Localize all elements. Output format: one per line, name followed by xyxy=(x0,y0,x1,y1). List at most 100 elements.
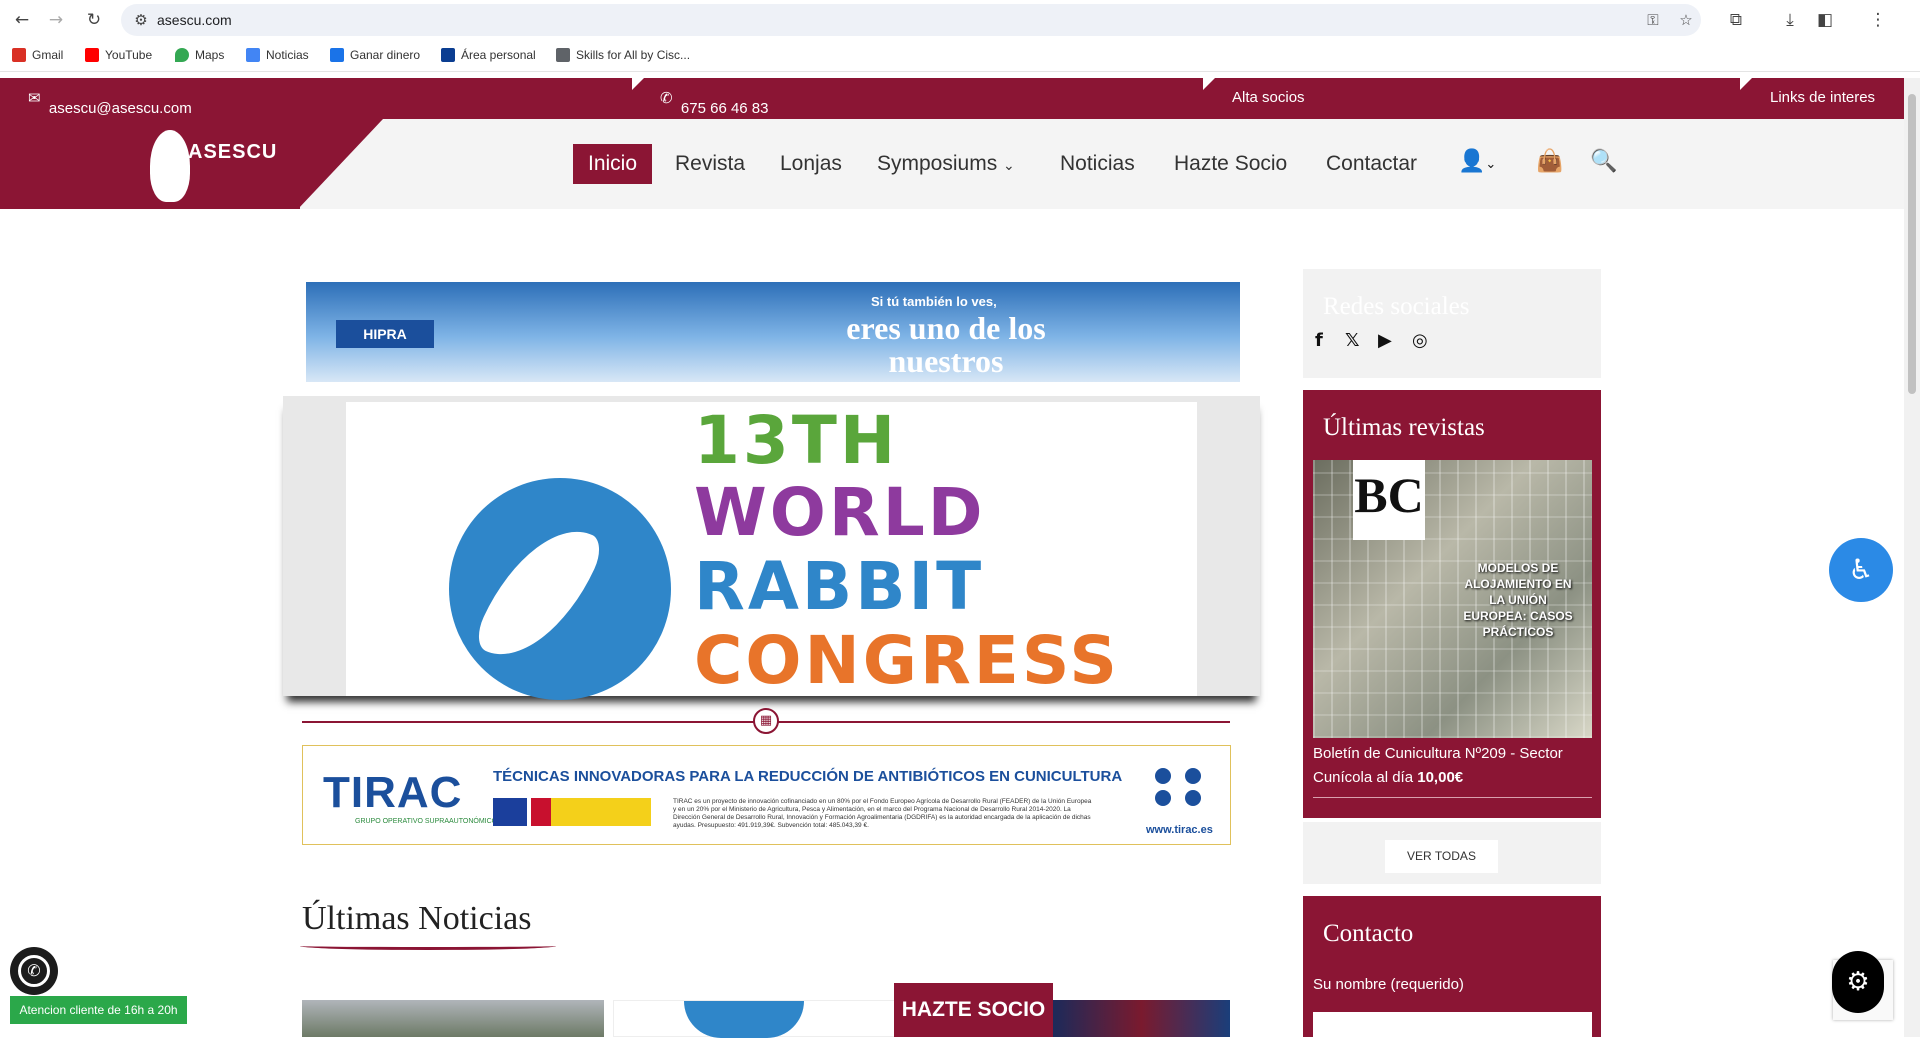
youtube-icon[interactable] xyxy=(1185,790,1201,806)
hipra-banner[interactable]: HIPRA Si tú también lo ves, eres uno de … xyxy=(306,282,1240,382)
news-section-title: Últimas Noticias xyxy=(302,900,532,937)
contacto-title: Contacto xyxy=(1323,920,1414,947)
nav-inicio[interactable]: Inicio xyxy=(573,144,653,184)
phone-link[interactable]: ✆ 675 66 46 83 xyxy=(660,89,769,117)
nav-hazte-socio[interactable]: Hazte Socio xyxy=(1174,144,1287,184)
hipra-tagline: eres uno de los nuestros xyxy=(846,310,1046,379)
congress-line-3: RABBIT xyxy=(694,548,985,625)
hazte-socio-button[interactable]: HAZTE SOCIO xyxy=(894,983,1053,1037)
extensions-icon[interactable]: ⧉ xyxy=(1724,8,1748,32)
sidepanel-icon[interactable]: ◧ xyxy=(1813,8,1837,32)
social-widget-title: Redes sociales xyxy=(1323,293,1470,320)
address-bar[interactable]: ⚙ asescu.com ⚿ ☆ xyxy=(121,4,1701,36)
revista-cover[interactable]: BC MODELOS DE ALOJAMIENTO EN LA UNIÓN EU… xyxy=(1313,460,1592,738)
bookmark-area-personal[interactable]: Área personal xyxy=(441,48,536,62)
star-icon[interactable]: ☆ xyxy=(1676,10,1696,30)
search-icon[interactable]: 🔍 xyxy=(1590,149,1617,174)
ver-todas-button[interactable]: VER TODAS xyxy=(1385,840,1498,873)
reload-icon[interactable]: ↻ xyxy=(82,8,106,32)
accessibility-icon[interactable]: ♿ xyxy=(1829,538,1893,602)
nav-noticias[interactable]: Noticias xyxy=(1060,144,1135,184)
topbar-notch xyxy=(1203,78,1215,90)
congress-line-4: CONGRESS xyxy=(694,622,1120,699)
spain-logo-icon xyxy=(531,798,651,826)
eu-flag-icon xyxy=(493,798,527,826)
back-icon[interactable]: ← xyxy=(10,8,34,32)
bookmark-youtube[interactable]: YouTube xyxy=(85,48,152,62)
whatsapp-label[interactable]: Atencion cliente de 16h a 20h xyxy=(10,996,187,1024)
alta-socios-link[interactable]: Alta socios xyxy=(1232,89,1305,106)
user-icon[interactable]: 👤⌄ xyxy=(1458,149,1496,174)
topbar-notch xyxy=(632,78,644,90)
congress-line-2: WORLD xyxy=(694,474,986,551)
whatsapp-button[interactable]: ✆ xyxy=(10,947,58,995)
revista-caption[interactable]: Boletín de Cunicultura Nº209 - Sector Cu… xyxy=(1313,742,1592,790)
rabbit-logo-icon xyxy=(449,478,671,700)
menu-icon[interactable]: ⋮ xyxy=(1866,8,1890,32)
linkedin-icon[interactable] xyxy=(1155,768,1171,784)
tirac-subtitle: GRUPO OPERATIVO SUPRAAUTONÓMICO xyxy=(355,818,498,825)
title-underline xyxy=(300,942,556,950)
funding-logos xyxy=(493,798,658,832)
scroll-thumb[interactable] xyxy=(1908,94,1916,394)
news-thumbnail[interactable] xyxy=(1053,1000,1230,1037)
twitter-icon[interactable]: 𝕏 xyxy=(1345,330,1360,351)
nav-revista[interactable]: Revista xyxy=(675,144,745,184)
email-link[interactable]: ✉ asescu@asescu.com xyxy=(28,89,192,117)
whatsapp-icon: ✆ xyxy=(18,955,50,987)
tirac-title: TÉCNICAS INNOVADORAS PARA LA REDUCCIÓN D… xyxy=(493,768,1123,785)
scrollbar[interactable] xyxy=(1904,78,1920,1037)
nombre-input[interactable] xyxy=(1313,1012,1592,1037)
facebook-icon[interactable] xyxy=(1185,768,1201,784)
browser-toolbar: ← → ↻ ⚙ asescu.com ⚿ ☆ ⧉ ⤓ ◧ ⋮ xyxy=(0,0,1920,40)
nav-contactar[interactable]: Contactar xyxy=(1326,144,1417,184)
links-interes-link[interactable]: Links de interes xyxy=(1770,89,1875,106)
nav-lonjas[interactable]: Lonjas xyxy=(780,144,842,184)
bookmark-skills[interactable]: Skills for All by Cisc... xyxy=(556,48,690,62)
hipra-logo: HIPRA xyxy=(336,320,434,348)
bookmark-ganar-dinero[interactable]: Ganar dinero xyxy=(330,48,420,62)
facebook-icon[interactable]: f xyxy=(1315,330,1323,351)
chevron-down-icon: ⌄ xyxy=(1003,157,1015,173)
logo-text: ASESCU xyxy=(188,141,278,163)
bookmark-noticias[interactable]: Noticias xyxy=(246,48,309,62)
youtube-icon xyxy=(85,48,99,62)
congress-slide: 13TH WORLD RABBIT CONGRESS xyxy=(346,402,1197,700)
hero-slider[interactable]: 13TH WORLD RABBIT CONGRESS xyxy=(283,396,1260,700)
topbar-notch xyxy=(1740,78,1752,90)
site-info-icon[interactable]: ⚙ xyxy=(131,10,151,30)
youtube-icon[interactable]: ▶ xyxy=(1378,330,1392,351)
maps-icon xyxy=(175,48,189,62)
instagram-icon[interactable]: ◎ xyxy=(1412,330,1428,351)
rabbit-ear xyxy=(471,508,607,678)
cisco-icon xyxy=(556,48,570,62)
news-thumbnail[interactable] xyxy=(302,1000,604,1037)
revista-price: 10,00€ xyxy=(1417,769,1464,786)
site-logo[interactable]: ASESCU xyxy=(130,124,276,206)
tirac-banner[interactable]: TIRAC GRUPO OPERATIVO SUPRAAUTONÓMICO TÉ… xyxy=(302,745,1231,845)
gmail-icon xyxy=(12,48,26,62)
cover-headline: MODELOS DE ALOJAMIENTO EN LA UNIÓN EUROP… xyxy=(1463,561,1573,639)
news-thumbnail[interactable] xyxy=(613,1000,913,1038)
ganar-icon xyxy=(330,48,344,62)
calendar-icon: ▦ xyxy=(753,708,779,734)
gear-icon[interactable]: ⚙ xyxy=(1832,951,1884,1013)
congress-line-1: 13TH xyxy=(694,402,899,479)
site-topbar: ✉ asescu@asescu.com ✆ 675 66 46 83 Alta … xyxy=(0,78,1904,119)
tirac-legal-text: TIRAC es un proyecto de innovación cofin… xyxy=(673,798,1092,829)
revistas-title: Últimas revistas xyxy=(1323,414,1485,441)
forward-icon[interactable]: → xyxy=(44,8,68,32)
bc-logo: BC xyxy=(1353,460,1425,540)
bookmark-maps[interactable]: Maps xyxy=(175,48,224,62)
bookmarks-bar: Gmail YouTube Maps Noticias Ganar dinero… xyxy=(0,40,1920,72)
rabbit-icon xyxy=(150,130,190,202)
hipra-tagline-small: Si tú también lo ves, xyxy=(871,294,997,309)
shopping-bag-icon[interactable]: 👜 xyxy=(1536,149,1563,174)
download-icon[interactable]: ⤓ xyxy=(1778,8,1802,32)
key-icon[interactable]: ⚿ xyxy=(1643,10,1663,30)
nav-symposiums[interactable]: Symposiums ⌄ xyxy=(877,144,1015,184)
twitter-icon[interactable] xyxy=(1155,790,1171,806)
social-widget: Redes sociales xyxy=(1303,269,1601,378)
url-text: asescu.com xyxy=(157,12,232,28)
bookmark-gmail[interactable]: Gmail xyxy=(12,48,63,62)
